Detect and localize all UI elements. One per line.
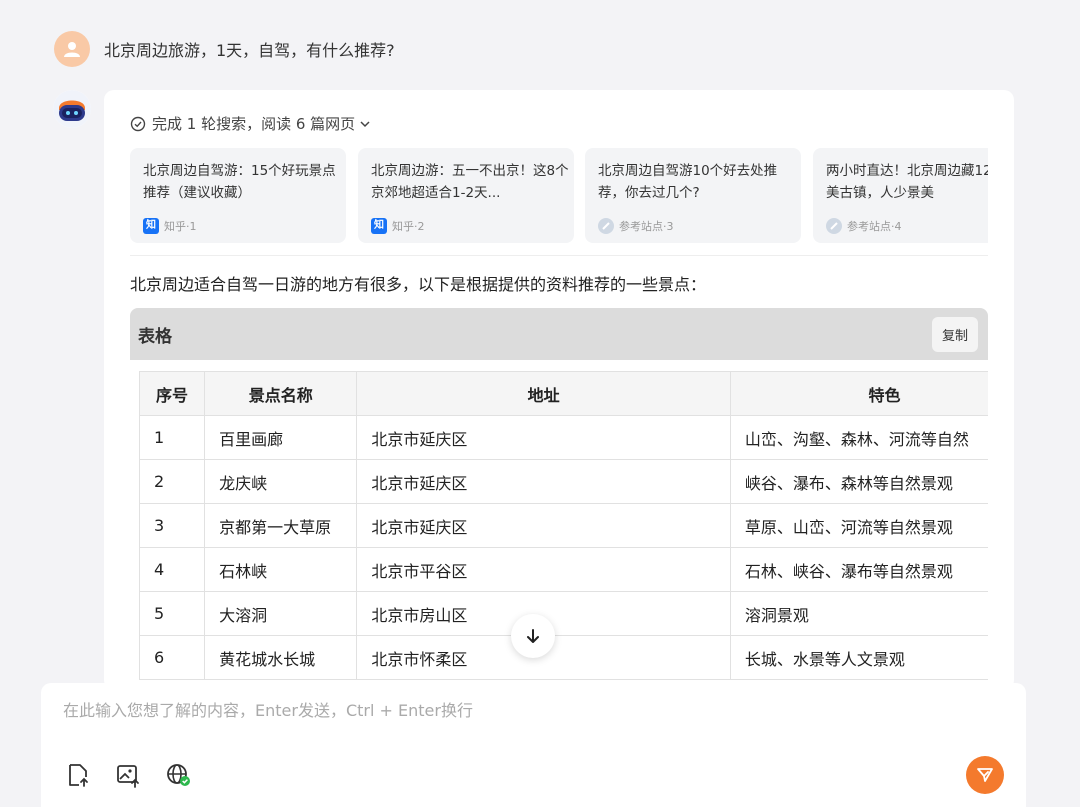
- table-header-cell: 特色: [729, 371, 988, 416]
- table-header-row: 序号 景点名称 地址 特色: [138, 371, 988, 416]
- table-header-cell: 序号: [138, 371, 206, 416]
- table-cell: 北京市平谷区: [356, 547, 731, 592]
- send-button[interactable]: [966, 756, 1004, 794]
- table-header: 表格 复制: [130, 308, 988, 360]
- source-list: 北京周边自驾游：15个好玩景点推荐（建议收藏） 知 知乎·1 北京周边游：五一不…: [130, 148, 988, 244]
- source-card[interactable]: 两小时直达！北京周边藏12个绝美古镇，人少景美 参考站点·4: [813, 148, 988, 243]
- table-cell: 北京市延庆区: [356, 415, 731, 460]
- source-meta: 知 知乎·1: [143, 218, 197, 234]
- table-cell: 大溶洞: [204, 591, 358, 636]
- table-row: 3 京都第一大草原 北京市延庆区 草原、山峦、河流等自然景观: [138, 503, 988, 548]
- table-row: 5 大溶洞 北京市房山区 溶洞景观: [138, 591, 988, 636]
- user-icon: [64, 42, 80, 57]
- table-cell: 黄花城水长城: [204, 635, 358, 680]
- send-icon: [977, 768, 993, 782]
- source-card[interactable]: 北京周边游：五一不出京！这8个京郊地超适合1-2天... 知 知乎·2: [358, 148, 574, 243]
- search-status-toggle[interactable]: 完成 1 轮搜索，阅读 6 篇网页: [130, 113, 377, 134]
- table-scroll-area[interactable]: 序号 景点名称 地址 特色 1 百里画廊 北京市延庆区 山峦、沟壑、森林、河流等…: [138, 371, 988, 680]
- table-cell: 峡谷、瀑布、森林等自然景观: [729, 459, 988, 504]
- zhihu-icon: 知: [143, 218, 159, 234]
- chat-input[interactable]: [63, 701, 963, 720]
- source-site: 参考站点·3: [619, 220, 674, 233]
- source-title: 北京周边自驾游：15个好玩景点推荐（建议收藏）: [143, 163, 336, 201]
- source-card[interactable]: 北京周边自驾游：15个好玩景点推荐（建议收藏） 知 知乎·1: [130, 148, 346, 243]
- table-cell: 龙庆峡: [204, 459, 358, 504]
- user-avatar: [54, 31, 90, 67]
- upload-image-icon[interactable]: [115, 762, 141, 788]
- table-cell: 4: [138, 547, 206, 592]
- arrow-down-icon: [527, 629, 539, 643]
- answer-intro: 北京周边适合自驾一日游的地方有很多，以下是根据提供的资料推荐的一些景点：: [130, 275, 707, 294]
- table-cell: 石林峡: [204, 547, 358, 592]
- source-card[interactable]: 北京周边自驾游10个好去处推荐，你去过几个? 参考站点·3: [585, 148, 801, 243]
- table-row: 2 龙庆峡 北京市延庆区 峡谷、瀑布、森林等自然景观: [138, 459, 988, 504]
- source-title: 两小时直达！北京周边藏12个绝美古镇，人少景美: [826, 163, 988, 201]
- table-cell: 北京市延庆区: [356, 503, 731, 548]
- source-meta: 参考站点·4: [826, 218, 902, 234]
- table-cell: 3: [138, 503, 206, 548]
- table-cell: 百里画廊: [204, 415, 358, 460]
- web-search-toggle-icon[interactable]: [165, 762, 191, 788]
- table-cell: 北京市延庆区: [356, 459, 731, 504]
- check-circle-icon: [130, 116, 146, 131]
- chevron-down-icon: [360, 120, 370, 127]
- reference-site-icon: [826, 218, 842, 234]
- table-cell: 山峦、沟壑、森林、河流等自然: [729, 415, 988, 460]
- table-cell: 长城、水景等人文景观: [729, 635, 988, 680]
- robot-icon: [53, 90, 91, 128]
- table-block: 表格 复制 序号 景点名称 地址 特色 1 百里画廊 北京市延庆区 山峦、沟壑、…: [130, 308, 988, 690]
- table-row: 4 石林峡 北京市平谷区 石林、峡谷、瀑布等自然景观: [138, 547, 988, 592]
- table-cell: 6: [138, 635, 206, 680]
- zhihu-icon: 知: [371, 218, 387, 234]
- source-site: 参考站点·4: [847, 220, 902, 233]
- table-title: 表格: [138, 326, 172, 347]
- table-cell: 1: [138, 415, 206, 460]
- chat-input-box: [41, 683, 1026, 807]
- source-title: 北京周边自驾游10个好去处推荐，你去过几个?: [598, 163, 778, 201]
- table-cell: 石林、峡谷、瀑布等自然景观: [729, 547, 988, 592]
- source-title: 北京周边游：五一不出京！这8个京郊地超适合1-2天...: [371, 163, 569, 201]
- source-site: 知乎·2: [392, 220, 425, 233]
- bot-avatar: [53, 90, 91, 128]
- scroll-to-bottom-button[interactable]: [511, 614, 555, 658]
- table-row: 6 黄花城水长城 北京市怀柔区 长城、水景等人文景观: [138, 635, 988, 680]
- table-cell: 京都第一大草原: [204, 503, 358, 548]
- source-meta: 知 知乎·2: [371, 218, 425, 234]
- user-message-row: 北京周边旅游，1天，自驾，有什么推荐?: [54, 31, 395, 67]
- copy-button[interactable]: 复制: [931, 316, 978, 352]
- divider: [130, 255, 988, 256]
- source-site: 知乎·1: [164, 220, 197, 233]
- search-status-text: 完成 1 轮搜索，阅读 6 篇网页: [152, 115, 356, 133]
- table-cell: 2: [138, 459, 206, 504]
- table-cell: 溶洞景观: [729, 591, 988, 636]
- answer-card: 完成 1 轮搜索，阅读 6 篇网页 北京周边自驾游：15个好玩景点推荐（建议收藏…: [104, 90, 1014, 690]
- reference-site-icon: [598, 218, 614, 234]
- table-cell: 5: [138, 591, 206, 636]
- upload-file-icon[interactable]: [65, 762, 91, 788]
- table-header-cell: 地址: [356, 371, 731, 416]
- table-header-cell: 景点名称: [204, 371, 358, 416]
- table-row: 1 百里画廊 北京市延庆区 山峦、沟壑、森林、河流等自然: [138, 415, 988, 460]
- attractions-table: 序号 景点名称 地址 特色 1 百里画廊 北京市延庆区 山峦、沟壑、森林、河流等…: [138, 371, 988, 680]
- user-message-text: 北京周边旅游，1天，自驾，有什么推荐?: [104, 41, 395, 60]
- table-cell: 草原、山峦、河流等自然景观: [729, 503, 988, 548]
- source-meta: 参考站点·3: [598, 218, 674, 234]
